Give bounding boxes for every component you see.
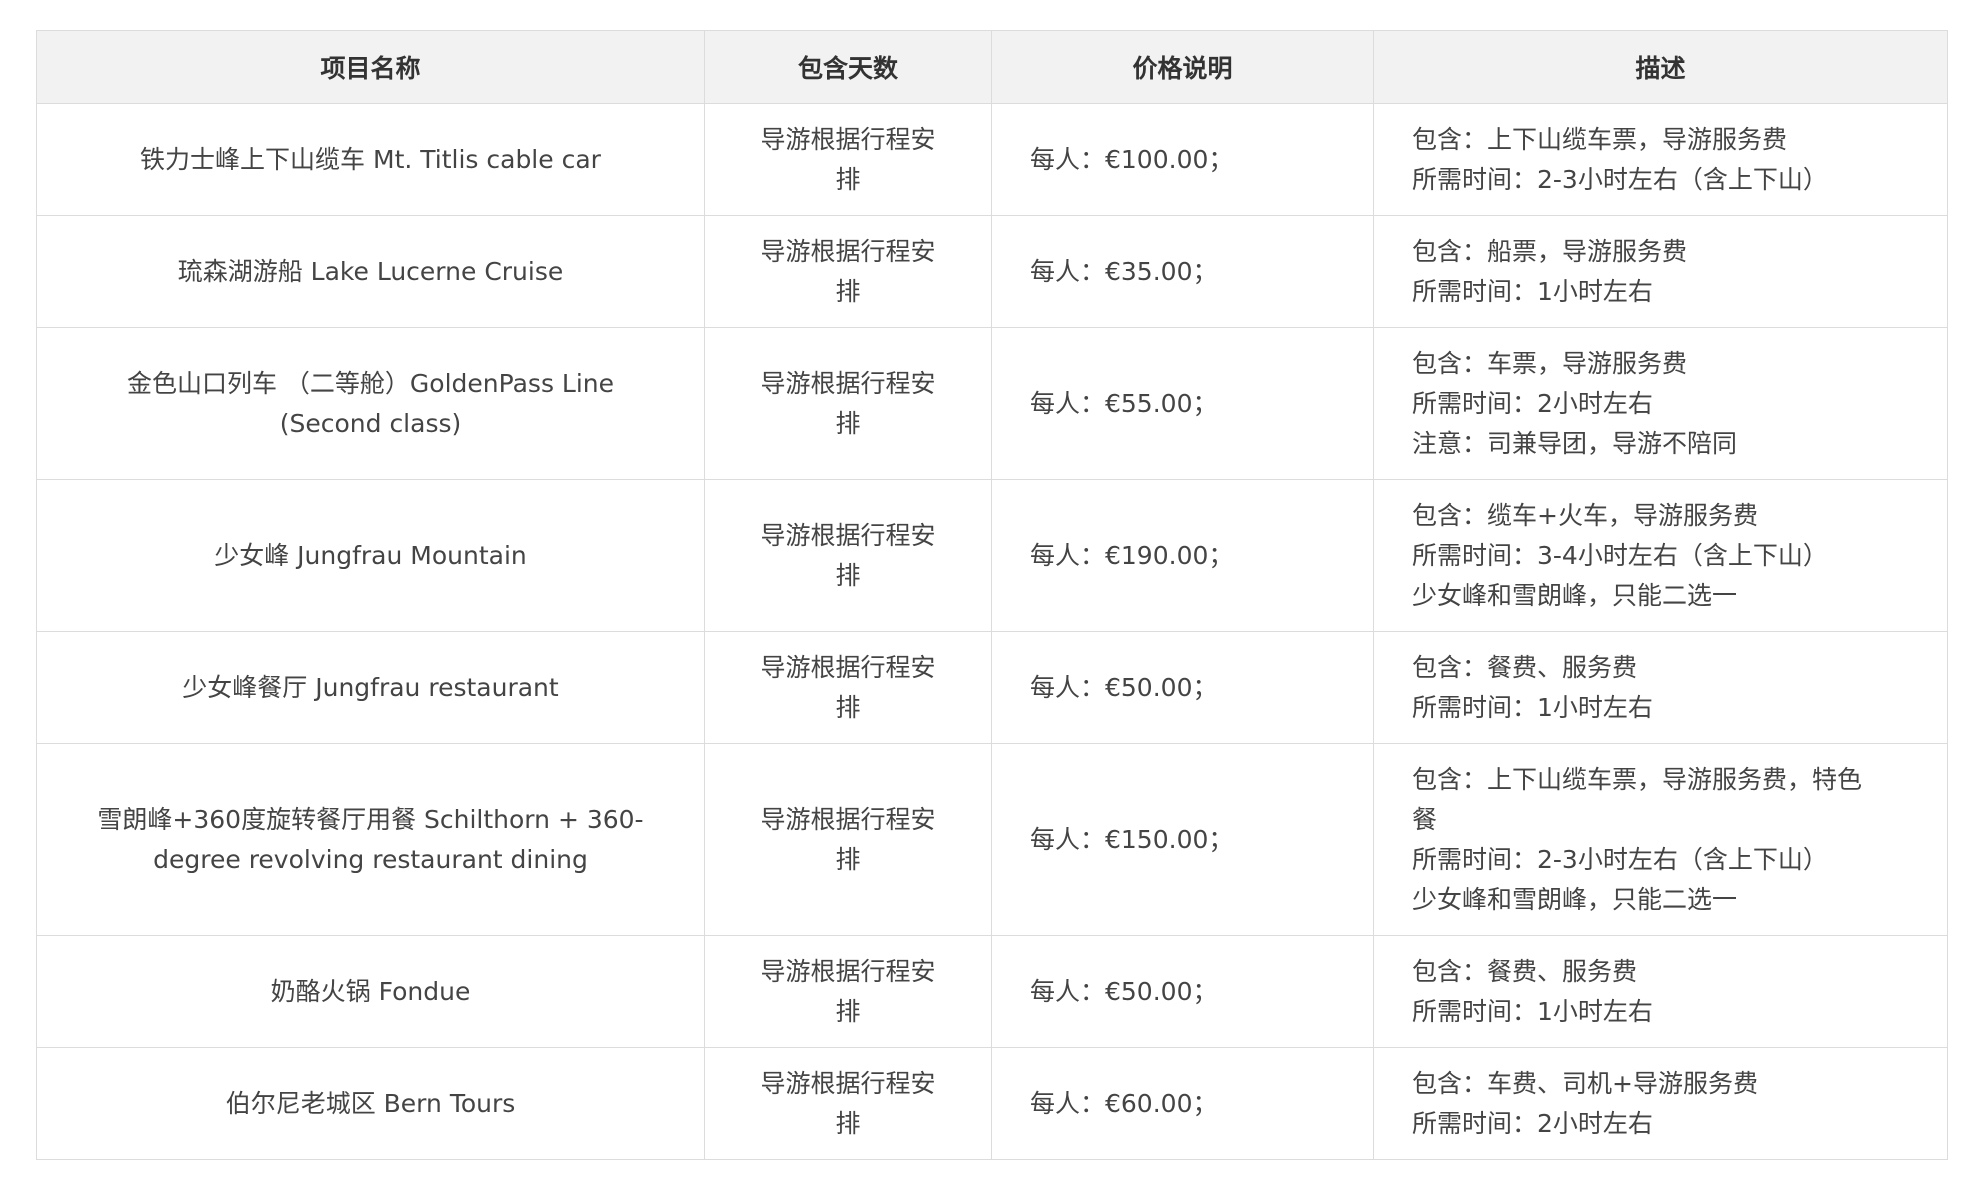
item-name-line: 少女峰 Jungfrau Mountain [214,540,527,570]
activities-table: 项目名称 包含天数 价格说明 描述 铁力士峰上下山缆车 Mt. Titlis c… [36,30,1948,1160]
cell-price: 每人：€50.00； [991,935,1374,1048]
cell-description: 包含：缆车+火车，导游服务费所需时间：3-4小时左右（含上下山） 少女峰和雪朗峰，… [1373,479,1948,632]
table-row: 雪朗峰+360度旋转餐厅用餐 Schilthorn + 360- degree r… [36,743,1948,936]
cell-price: 每人：€35.00； [991,215,1374,328]
days-line: 排 [835,996,861,1026]
description-line: 餐 [1412,804,1438,834]
table-row: 琉森湖游船 Lake Lucerne Cruise 导游根据行程安排每人：€35.… [36,215,1948,328]
days-line: 导游根据行程安 [760,520,936,550]
cell-price: 每人：€100.00； [991,103,1374,216]
table-row: 金色山口列车 （二等舱）GoldenPass Line (Second class… [36,327,1948,480]
table-row: 铁力士峰上下山缆车 Mt. Titlis cable car 导游根据行程安排每人… [36,103,1948,216]
table-row: 少女峰 Jungfrau Mountain 导游根据行程安排每人：€190.00；… [36,479,1948,632]
days-line: 导游根据行程安 [760,804,936,834]
description-line: 包含：上下山缆车票，导游服务费 [1412,124,1788,154]
days-line: 导游根据行程安 [760,956,936,986]
description-line: 包含：餐费、服务费 [1412,956,1638,986]
description-line: 包含：船票，导游服务费 [1412,236,1688,266]
header-price: 价格说明 [991,30,1374,104]
table-row: 奶酪火锅 Fondue 导游根据行程安排每人：€50.00； 包含：餐费、服务费 所需… [36,935,1948,1048]
item-name-line: (Second class) [279,408,462,438]
days-line: 导游根据行程安 [760,1068,936,1098]
cell-description: 包含：车票，导游服务费 所需时间：2小时左右注意：司兼导团，导游不陪同 [1373,327,1948,480]
cell-item-name: 琉森湖游船 Lake Lucerne Cruise [36,215,705,328]
cell-item-name: 雪朗峰+360度旋转餐厅用餐 Schilthorn + 360- degree r… [36,743,705,936]
cell-description: 包含：车费、司机+导游服务费 所需时间：2小时左右 [1373,1047,1948,1160]
item-name-line: 伯尔尼老城区 Bern Tours [225,1088,516,1118]
item-name-line: 金色山口列车 （二等舱）GoldenPass Line [126,368,615,398]
description-line: 所需时间：1小时左右 [1412,692,1653,722]
description-line: 包含：车票，导游服务费 [1412,348,1688,378]
item-name-line: 琉森湖游船 Lake Lucerne Cruise [177,256,564,286]
description-line: 包含：上下山缆车票，导游服务费，特色 [1412,764,1863,794]
cell-item-name: 金色山口列车 （二等舱）GoldenPass Line (Second class… [36,327,705,480]
cell-days: 导游根据行程安排 [704,479,992,632]
cell-description: 包含：上下山缆车票，导游服务费，特色餐所需时间：2-3小时左右（含上下山） 少女峰… [1373,743,1948,936]
description-line: 包含：车费、司机+导游服务费 [1412,1068,1758,1098]
description-line: 所需时间：2小时左右 [1412,1108,1653,1138]
cell-days: 导游根据行程安排 [704,631,992,744]
description-line: 包含：缆车+火车，导游服务费 [1412,500,1758,530]
item-name-line: degree revolving restaurant dining [153,844,588,874]
header-description: 描述 [1373,30,1948,104]
description-line: 所需时间：1小时左右 [1412,996,1653,1026]
cell-description: 包含：船票，导游服务费 所需时间：1小时左右 [1373,215,1948,328]
cell-price: 每人：€50.00； [991,631,1374,744]
cell-description: 包含：餐费、服务费 所需时间：1小时左右 [1373,631,1948,744]
description-line: 所需时间：1小时左右 [1412,276,1653,306]
item-name-line: 雪朗峰+360度旋转餐厅用餐 Schilthorn + 360- [97,804,644,834]
cell-item-name: 奶酪火锅 Fondue [36,935,705,1048]
days-line: 导游根据行程安 [760,124,936,154]
days-line: 排 [835,276,861,306]
table-header-row: 项目名称 包含天数 价格说明 描述 [36,30,1948,104]
table-body: 铁力士峰上下山缆车 Mt. Titlis cable car 导游根据行程安排每人… [36,103,1948,1160]
description-line: 注意：司兼导团，导游不陪同 [1412,428,1738,458]
item-name-line: 奶酪火锅 Fondue [270,976,471,1006]
cell-item-name: 伯尔尼老城区 Bern Tours [36,1047,705,1160]
description-line: 所需时间：2-3小时左右（含上下山） [1412,844,1828,874]
days-line: 排 [835,1108,861,1138]
cell-description: 包含：上下山缆车票，导游服务费所需时间：2-3小时左右（含上下山） [1373,103,1948,216]
description-line: 所需时间：3-4小时左右（含上下山） [1412,540,1828,570]
cell-price: 每人：€60.00； [991,1047,1374,1160]
description-line: 所需时间：2小时左右 [1412,388,1653,418]
cell-days: 导游根据行程安排 [704,743,992,936]
cell-item-name: 少女峰 Jungfrau Mountain [36,479,705,632]
description-line: 少女峰和雪朗峰，只能二选一 [1412,884,1738,914]
days-line: 排 [835,692,861,722]
table-row: 少女峰餐厅 Jungfrau restaurant 导游根据行程安排每人：€50.… [36,631,1948,744]
cell-days: 导游根据行程安排 [704,327,992,480]
days-line: 排 [835,844,861,874]
days-line: 排 [835,408,861,438]
description-line: 少女峰和雪朗峰，只能二选一 [1412,580,1738,610]
cell-price: 每人：€190.00； [991,479,1374,632]
item-name-line: 铁力士峰上下山缆车 Mt. Titlis cable car [140,144,601,174]
cell-item-name: 少女峰餐厅 Jungfrau restaurant [36,631,705,744]
cell-days: 导游根据行程安排 [704,103,992,216]
activities-table-container: 项目名称 包含天数 价格说明 描述 铁力士峰上下山缆车 Mt. Titlis c… [36,30,1948,1160]
header-days: 包含天数 [704,30,992,104]
cell-item-name: 铁力士峰上下山缆车 Mt. Titlis cable car [36,103,705,216]
cell-price: 每人：€150.00； [991,743,1374,936]
item-name-line: 少女峰餐厅 Jungfrau restaurant [182,672,559,702]
cell-description: 包含：餐费、服务费 所需时间：1小时左右 [1373,935,1948,1048]
table-row: 伯尔尼老城区 Bern Tours 导游根据行程安排每人：€60.00； 包含：车费… [36,1047,1948,1160]
header-item-name: 项目名称 [36,30,705,104]
description-line: 所需时间：2-3小时左右（含上下山） [1412,164,1828,194]
days-line: 排 [835,164,861,194]
days-line: 排 [835,560,861,590]
days-line: 导游根据行程安 [760,236,936,266]
cell-days: 导游根据行程安排 [704,935,992,1048]
description-line: 包含：餐费、服务费 [1412,652,1638,682]
cell-price: 每人：€55.00； [991,327,1374,480]
cell-days: 导游根据行程安排 [704,1047,992,1160]
days-line: 导游根据行程安 [760,652,936,682]
days-line: 导游根据行程安 [760,368,936,398]
cell-days: 导游根据行程安排 [704,215,992,328]
